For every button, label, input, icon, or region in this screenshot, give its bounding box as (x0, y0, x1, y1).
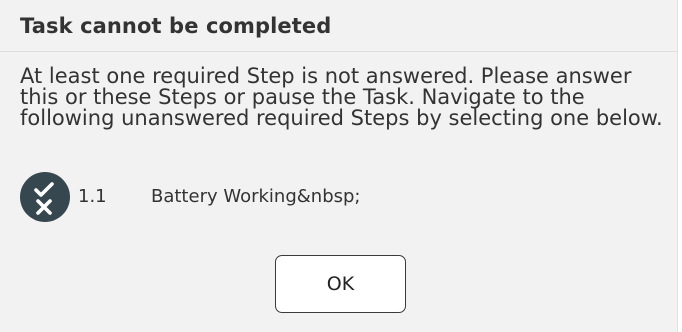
dialog-header: Task cannot be completed (0, 0, 678, 52)
dialog-message: At least one required Step is not answer… (20, 64, 663, 130)
task-incomplete-dialog: Task cannot be completed At least one re… (0, 0, 678, 332)
check-cross-icon (20, 172, 70, 222)
unanswered-step-item[interactable]: 1.1 Battery Working&nbsp; (20, 170, 620, 224)
ok-button[interactable]: OK (275, 255, 406, 313)
step-label: Battery Working&nbsp; (151, 186, 361, 207)
dialog-title: Task cannot be completed (20, 14, 332, 38)
step-number: 1.1 (78, 186, 107, 207)
